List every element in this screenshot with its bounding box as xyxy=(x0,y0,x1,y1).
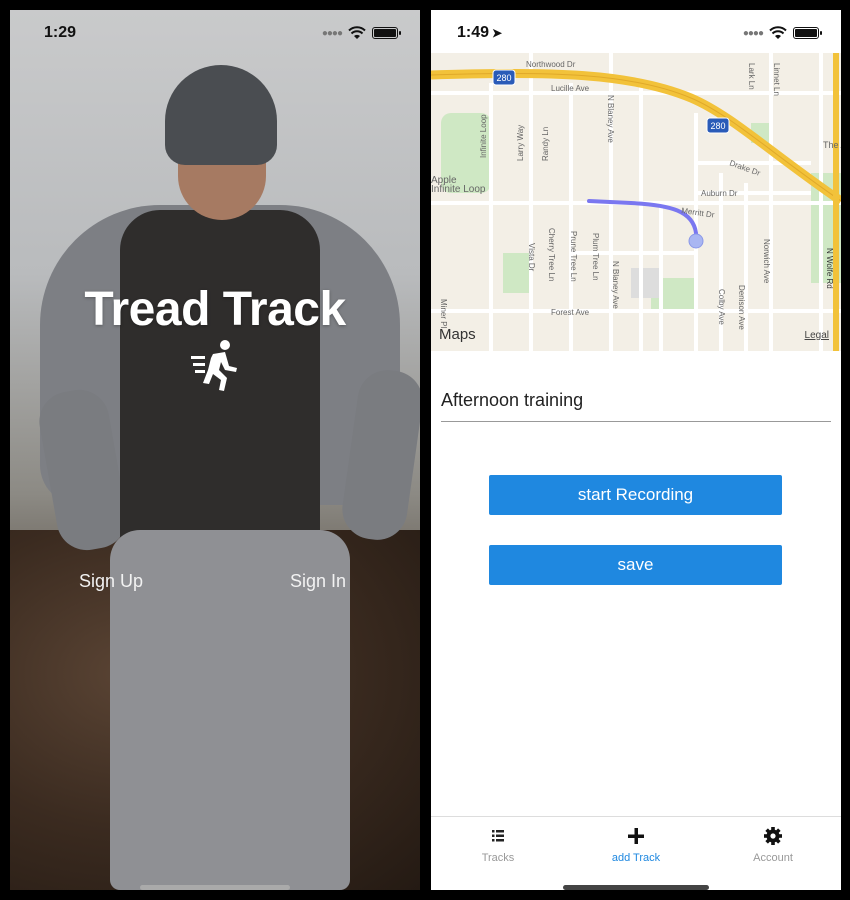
map-label: Larry Way xyxy=(516,125,525,161)
map-view[interactable]: 280 280 Northwood Dr Lucille Ave Infinit… xyxy=(431,53,841,351)
map-label: N Blaney Ave xyxy=(606,95,615,143)
map-label: N Blaney Ave xyxy=(611,261,620,309)
tab-label: Tracks xyxy=(481,852,515,864)
map-label: Prune Tree Ln xyxy=(569,231,578,282)
tab-tracks[interactable]: Tracks xyxy=(443,825,553,864)
map-label: Infinite Loop xyxy=(431,184,486,195)
map-label: Vista Dr xyxy=(527,243,536,272)
map-label: Randy Ln xyxy=(541,127,550,161)
track-name-input[interactable] xyxy=(441,380,831,422)
sign-in-link[interactable]: Sign In xyxy=(290,571,346,592)
battery-icon xyxy=(372,27,401,39)
map-label: Miner Pl xyxy=(439,299,448,329)
map-label: Northwood Dr xyxy=(526,60,576,69)
map-canvas: 280 280 Northwood Dr Lucille Ave Infinit… xyxy=(431,53,841,351)
wifi-icon xyxy=(348,26,366,39)
signal-icon: ●●●● xyxy=(321,27,343,39)
runner-icon xyxy=(191,340,237,391)
map-label: Auburn Dr xyxy=(701,189,738,198)
map-label: Lucille Ave xyxy=(551,84,590,93)
map-label: Infinite Loop xyxy=(479,114,488,158)
map-label: Denison Ave xyxy=(737,285,746,330)
map-label-280a: 280 xyxy=(496,73,511,83)
status-bar: 1:49 ➤ ●●●● xyxy=(431,24,841,44)
map-label: N Wolfe Rd xyxy=(825,248,834,289)
map-label: Lark Ln xyxy=(747,63,756,90)
tab-label: Account xyxy=(753,852,793,864)
location-arrow-icon: ➤ xyxy=(492,26,503,40)
add-track-screen: 1:49 ➤ ●●●● 280 280 Northwood Dr Lucille… xyxy=(431,10,841,890)
plus-icon xyxy=(628,828,644,844)
welcome-screen: 1:29 ●●●● Tread Track Sign Up Sign In xyxy=(10,10,420,890)
background-photo xyxy=(10,10,420,890)
map-label: Linnet Ln xyxy=(772,63,781,96)
save-button[interactable]: save xyxy=(489,545,782,585)
battery-icon xyxy=(793,27,822,39)
status-time: 1:29 xyxy=(44,24,77,41)
tab-label: add Track xyxy=(611,852,661,864)
start-recording-button[interactable]: start Recording xyxy=(489,475,782,515)
status-time: 1:49 ➤ xyxy=(457,24,503,41)
map-label: Plum Tree Ln xyxy=(591,233,600,281)
list-icon xyxy=(492,830,504,842)
tab-account[interactable]: Account xyxy=(718,825,828,864)
sign-up-link[interactable]: Sign Up xyxy=(79,571,143,592)
map-label: Colby Ave xyxy=(717,289,726,325)
map-label-280b: 280 xyxy=(710,121,725,131)
gear-icon xyxy=(764,827,782,845)
wifi-icon xyxy=(769,26,787,39)
map-label: Forest Ave xyxy=(551,308,590,317)
map-label: Norwich Ave xyxy=(762,239,771,284)
tab-bar: Tracks add Track Account xyxy=(431,816,841,890)
legal-link[interactable]: Legal xyxy=(805,330,829,341)
map-label: The Apa xyxy=(823,140,841,150)
apple-maps-logo: Maps xyxy=(439,326,476,343)
signal-icon: ●●●● xyxy=(742,27,764,39)
app-title: Tread Track xyxy=(84,283,346,336)
status-bar: 1:29 ●●●● xyxy=(10,24,420,44)
tab-add-track[interactable]: add Track xyxy=(581,825,691,864)
map-label: Cherry Tree Ln xyxy=(547,228,556,281)
home-indicator xyxy=(563,885,709,890)
home-indicator xyxy=(140,885,290,890)
